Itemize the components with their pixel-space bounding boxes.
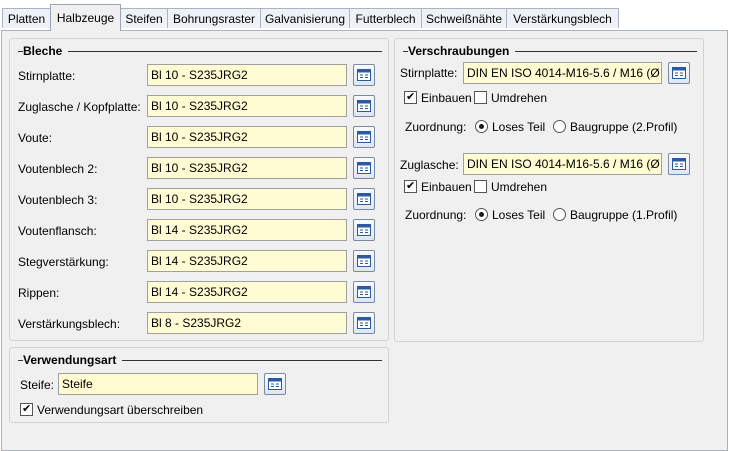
catalog-icon <box>268 378 282 390</box>
checkmark-icon: ✔ <box>22 403 32 415</box>
group-divider <box>18 51 382 52</box>
label-stirnplatte: Stirnplatte: <box>18 69 76 83</box>
label-loses-teil-2: Loses Teil <box>492 208 546 222</box>
label-zuglasche-kopfplatte: Zuglasche / Kopfplatte: <box>18 100 141 114</box>
group-title-verwendungsart: Verwendungsart <box>23 353 123 367</box>
label-zuglasche-schraube: Zuglasche: <box>400 158 459 172</box>
label-umdrehen-2: Umdrehen <box>491 180 548 194</box>
einbauen-checkbox-zuglasche[interactable]: ✔ <box>404 180 417 193</box>
field-stegverstaerkung[interactable]: Bl 14 - S235JRG2 <box>147 250 347 272</box>
tab-galvanisierung[interactable]: Galvanisierung <box>260 8 350 28</box>
radio-loses-teil-zuglasche[interactable] <box>475 208 488 221</box>
tab-verstaerkungsblech[interactable]: Verstärkungsblech <box>506 8 619 28</box>
browse-stegverstaerkung-button[interactable] <box>353 250 375 272</box>
umdrehen-checkbox-stirnplatte[interactable] <box>474 91 487 104</box>
tab-futterblech[interactable]: Futterblech <box>349 8 422 28</box>
browse-zuglasche-kopfplatte-button[interactable] <box>353 95 375 117</box>
label-einbauen: Einbauen <box>421 91 472 105</box>
catalog-icon <box>357 193 371 205</box>
label-loses-teil: Loses Teil <box>492 120 546 134</box>
catalog-icon <box>357 131 371 143</box>
label-rippen: Rippen: <box>18 286 60 300</box>
checkmark-icon: ✔ <box>406 91 416 103</box>
radio-baugruppe-stirnplatte[interactable] <box>553 120 566 133</box>
label-baugruppe-1-profil: Baugruppe (1.Profil) <box>570 208 678 222</box>
override-checkbox[interactable]: ✔ <box>20 403 33 416</box>
label-umdrehen: Umdrehen <box>491 91 548 105</box>
label-override: Verwendungsart überschreiben <box>37 403 204 417</box>
browse-voutenblech-3-button[interactable] <box>353 188 375 210</box>
field-rippen[interactable]: Bl 14 - S235JRG2 <box>147 281 347 303</box>
catalog-icon <box>357 224 371 236</box>
browse-voutenblech-2-button[interactable] <box>353 157 375 179</box>
label-voutenblech-2: Voutenblech 2: <box>18 162 98 176</box>
label-stegverstaerkung: Stegverstärkung: <box>18 255 109 269</box>
catalog-icon <box>672 158 686 170</box>
label-einbauen-2: Einbauen <box>421 180 472 194</box>
radio-baugruppe-zuglasche[interactable] <box>553 208 566 221</box>
browse-steife-button[interactable] <box>264 373 286 395</box>
label-zuordnung: Zuordnung: <box>405 120 467 134</box>
checkmark-icon: ✔ <box>406 180 416 192</box>
group-verschraubungen: Verschraubungen Stirnplatte: DIN EN ISO … <box>394 38 704 342</box>
catalog-icon <box>357 162 371 174</box>
group-title-verschraubungen: Verschraubungen <box>408 44 516 58</box>
catalog-icon <box>357 100 371 112</box>
radio-loses-teil-stirnplatte[interactable] <box>475 120 488 133</box>
group-bleche: Bleche Stirnplatte: Bl 10 - S235JRG2 Zug… <box>9 38 389 341</box>
field-zuglasche-kopfplatte[interactable]: Bl 10 - S235JRG2 <box>147 95 347 117</box>
tab-schweissnaehte[interactable]: Schweißnähte <box>421 8 507 28</box>
browse-zuglasche-schraube-button[interactable] <box>668 153 690 175</box>
umdrehen-checkbox-zuglasche[interactable] <box>474 180 487 193</box>
label-zuordnung-2: Zuordnung: <box>405 208 467 222</box>
field-voutenblech-3[interactable]: Bl 10 - S235JRG2 <box>147 188 347 210</box>
einbauen-checkbox-stirnplatte[interactable]: ✔ <box>404 91 417 104</box>
browse-verstaerkungsblech-button[interactable] <box>353 312 375 334</box>
label-baugruppe-2-profil: Baugruppe (2.Profil) <box>570 120 678 134</box>
field-steife[interactable]: Steife <box>58 373 258 395</box>
group-verwendungsart: Verwendungsart Steife: Steife ✔ Verwendu… <box>9 347 389 423</box>
label-voute: Voute: <box>18 131 53 145</box>
tab-platten[interactable]: Platten <box>2 8 51 28</box>
field-verstaerkungsblech[interactable]: Bl 8 - S235JRG2 <box>147 312 347 334</box>
tab-halbzeuge[interactable]: Halbzeuge <box>50 4 121 31</box>
label-verstaerkungsblech: Verstärkungsblech: <box>18 317 121 331</box>
tab-bar: Platten Halbzeuge Steifen Bohrungsraster… <box>0 0 729 31</box>
catalog-icon <box>357 317 371 329</box>
label-steife: Steife: <box>20 378 55 392</box>
group-title-bleche: Bleche <box>23 44 69 58</box>
browse-rippen-button[interactable] <box>353 281 375 303</box>
browse-voutenflansch-button[interactable] <box>353 219 375 241</box>
label-voutenblech-3: Voutenblech 3: <box>18 193 98 207</box>
label-stirnplatte-schraube: Stirnplatte: <box>400 66 458 80</box>
browse-stirnplatte-schraube-button[interactable] <box>668 62 690 84</box>
catalog-icon <box>672 67 686 79</box>
browse-voute-button[interactable] <box>353 126 375 148</box>
tab-bohrungsraster[interactable]: Bohrungsraster <box>167 8 261 28</box>
tab-content-halbzeuge: Bleche Stirnplatte: Bl 10 - S235JRG2 Zug… <box>1 30 728 451</box>
field-voute[interactable]: Bl 10 - S235JRG2 <box>147 126 347 148</box>
field-stirnplatte-schraube[interactable]: DIN EN ISO 4014-M16-5.6 / M16 (Ø <box>463 62 662 84</box>
catalog-icon <box>357 69 371 81</box>
browse-stirnplatte-button[interactable] <box>353 64 375 86</box>
tab-steifen[interactable]: Steifen <box>120 8 168 28</box>
field-voutenflansch[interactable]: Bl 14 - S235JRG2 <box>147 219 347 241</box>
label-voutenflansch: Voutenflansch: <box>18 224 97 238</box>
field-voutenblech-2[interactable]: Bl 10 - S235JRG2 <box>147 157 347 179</box>
field-zuglasche-schraube[interactable]: DIN EN ISO 4014-M16-5.6 / M16 (Ø <box>463 153 662 175</box>
radio-dot <box>479 124 484 129</box>
catalog-icon <box>357 286 371 298</box>
catalog-icon <box>357 255 371 267</box>
field-stirnplatte[interactable]: Bl 10 - S235JRG2 <box>147 64 347 86</box>
radio-dot <box>479 212 484 217</box>
